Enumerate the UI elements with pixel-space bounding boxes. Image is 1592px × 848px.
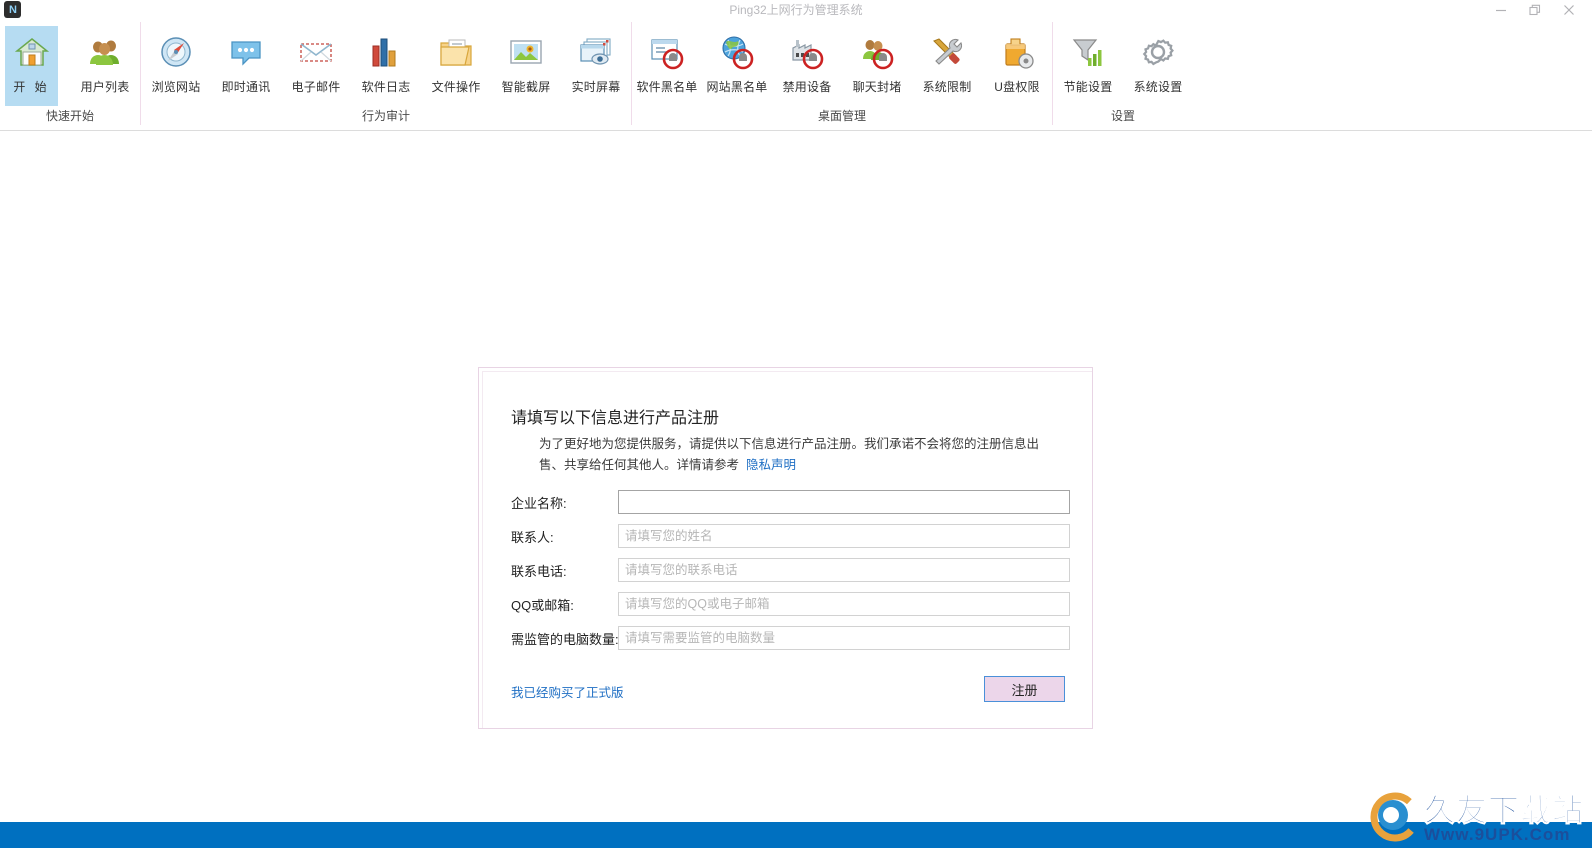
ribbon-button-label: 实时屏幕 <box>571 80 621 94</box>
ribbon-group-label: 设置 <box>1110 109 1135 123</box>
form-row: QQ或邮箱: <box>483 587 1092 621</box>
ribbon-groups: 开 始 用户列表快速开始 浏览网站 即时通讯 电子邮件 软件日志 文件操作 智能截屏 实时屏幕行… <box>0 20 1193 130</box>
form-field-label: QQ或邮箱: <box>511 597 574 613</box>
ribbon-group-label: 快速开始 <box>45 109 94 123</box>
ribbon-button-label: 聊天封堵 <box>852 80 902 94</box>
usb-lock-icon <box>999 34 1035 70</box>
workspace: 请填写以下信息进行产品注册 为了更好地为您提供服务，请提供以下信息进行产品注册。… <box>0 131 1592 822</box>
ribbon-group-1: 开 始 用户列表快速开始 <box>0 20 140 130</box>
ribbon-group-label: 行为审计 <box>361 109 410 123</box>
ribbon-button-funnel-chart[interactable]: 节能设置 <box>1053 26 1123 106</box>
form-row: 联系电话: <box>483 553 1092 587</box>
tools-icon <box>929 34 965 70</box>
dialog-inner: 请填写以下信息进行产品注册 为了更好地为您提供服务，请提供以下信息进行产品注册。… <box>482 371 1092 728</box>
screen-eye-icon <box>578 34 614 70</box>
ribbon-button-gear[interactable]: 系统设置 <box>1123 26 1193 106</box>
ribbon-button-users-block[interactable]: 聊天封堵 <box>842 26 912 106</box>
input-field-3[interactable] <box>618 558 1070 582</box>
ribbon-button-label: 软件日志 <box>361 80 411 94</box>
ribbon-button-label: 系统限制 <box>922 80 972 94</box>
compass-icon <box>158 34 194 70</box>
close-icon[interactable] <box>1552 0 1586 20</box>
bottom-status-bar <box>0 822 1592 848</box>
input-field-2[interactable] <box>618 524 1070 548</box>
ribbon-button-label: 用户列表 <box>80 80 130 94</box>
ribbon-group-label: 桌面管理 <box>817 109 866 123</box>
ribbon-button-label: 开 始 <box>13 80 50 94</box>
ribbon-button-folder-document[interactable]: 文件操作 <box>421 26 491 106</box>
privacy-statement-link[interactable]: 隐私声明 <box>746 458 796 472</box>
window-title: Ping32上网行为管理系统 <box>729 3 863 17</box>
device-block-icon <box>789 34 825 70</box>
ribbon-button-label: 电子邮件 <box>291 80 341 94</box>
ribbon-button-picture[interactable]: 智能截屏 <box>491 26 561 106</box>
input-field-4[interactable] <box>618 592 1070 616</box>
ribbon-group-items: 软件黑名单 网站黑名单 禁用设备 聊天封堵 系统限制 U盘权限 <box>632 20 1052 106</box>
ribbon-group-items: 浏览网站 即时通讯 电子邮件 软件日志 文件操作 智能截屏 实时屏幕 <box>141 20 631 106</box>
register-button[interactable]: 注册 <box>984 676 1065 702</box>
ribbon-button-label: 智能截屏 <box>501 80 551 94</box>
chat-bubble-icon <box>228 34 264 70</box>
window-block-icon <box>649 34 685 70</box>
ribbon-button-device-block[interactable]: 禁用设备 <box>772 26 842 106</box>
gear-icon <box>1140 34 1176 70</box>
ribbon-button-window-block[interactable]: 软件黑名单 <box>632 26 702 106</box>
minimize-icon[interactable] <box>1484 0 1518 20</box>
home-icon <box>14 34 50 70</box>
form-row: 需监管的电脑数量: <box>483 621 1092 655</box>
globe-block-icon <box>719 34 755 70</box>
ribbon-toolbar: 开 始 用户列表快速开始 浏览网站 即时通讯 电子邮件 软件日志 文件操作 智能截屏 实时屏幕行… <box>0 20 1592 131</box>
dialog-footer: 我已经购买了正式版 注册 <box>483 676 1092 706</box>
ribbon-button-tools[interactable]: 系统限制 <box>912 26 982 106</box>
input-field-5[interactable] <box>618 626 1070 650</box>
dialog-description: 为了更好地为您提供服务，请提供以下信息进行产品注册。我们承诺不会将您的注册信息出… <box>539 434 1047 476</box>
title-bar: N Ping32上网行为管理系统 <box>0 0 1592 20</box>
ribbon-button-label: 浏览网站 <box>151 80 201 94</box>
ribbon-button-screen-eye[interactable]: 实时屏幕 <box>561 26 631 106</box>
ribbon-button-label: U盘权限 <box>994 80 1040 94</box>
users-block-icon <box>859 34 895 70</box>
ribbon-button-home[interactable]: 开 始 <box>5 26 58 106</box>
restore-icon[interactable] <box>1518 0 1552 20</box>
form-field-label: 需监管的电脑数量: <box>511 631 619 647</box>
ribbon-button-label: 网站黑名单 <box>706 80 768 94</box>
envelope-icon <box>298 34 334 70</box>
ribbon-button-label: 软件黑名单 <box>636 80 698 94</box>
input-field-1[interactable] <box>618 490 1070 514</box>
ribbon-button-envelope[interactable]: 电子邮件 <box>281 26 351 106</box>
ribbon-group-items: 开 始 用户列表 <box>0 20 140 106</box>
form-field-label: 联系电话: <box>511 563 567 579</box>
window-controls <box>1484 0 1586 20</box>
ribbon-group-4: 节能设置 系统设置设置 <box>1053 20 1193 130</box>
ribbon-button-compass[interactable]: 浏览网站 <box>141 26 211 106</box>
ribbon-button-usb-lock[interactable]: U盘权限 <box>982 26 1052 106</box>
ribbon-button-globe-block[interactable]: 网站黑名单 <box>702 26 772 106</box>
form-field-label: 企业名称: <box>511 495 567 511</box>
dialog-title: 请填写以下信息进行产品注册 <box>511 410 720 427</box>
ribbon-button-label: 系统设置 <box>1133 80 1183 94</box>
form-row: 企业名称: <box>483 485 1092 519</box>
ribbon-button-users[interactable]: 用户列表 <box>70 26 140 106</box>
folder-document-icon <box>438 34 474 70</box>
funnel-chart-icon <box>1070 34 1106 70</box>
ribbon-button-label: 文件操作 <box>431 80 481 94</box>
ribbon-button-label: 节能设置 <box>1063 80 1113 94</box>
ribbon-group-2: 浏览网站 即时通讯 电子邮件 软件日志 文件操作 智能截屏 实时屏幕行为审计 <box>141 20 631 130</box>
users-icon <box>87 34 123 70</box>
ribbon-group-3: 软件黑名单 网站黑名单 禁用设备 聊天封堵 系统限制 U盘权限桌面管理 <box>632 20 1052 130</box>
ribbon-button-label: 即时通讯 <box>221 80 271 94</box>
registration-form: 企业名称: 联系人: 联系电话: QQ或邮箱: 需监管的电脑数量: <box>483 485 1092 655</box>
form-field-label: 联系人: <box>511 529 554 545</box>
picture-icon <box>508 34 544 70</box>
ribbon-button-label: 禁用设备 <box>782 80 832 94</box>
ribbon-group-items: 节能设置 系统设置 <box>1053 20 1193 106</box>
already-purchased-link[interactable]: 我已经购买了正式版 <box>511 682 624 701</box>
ribbon-button-chat-bubble[interactable]: 即时通讯 <box>211 26 281 106</box>
bar-chart-icon <box>368 34 404 70</box>
form-row: 联系人: <box>483 519 1092 553</box>
ribbon-button-bar-chart[interactable]: 软件日志 <box>351 26 421 106</box>
registration-dialog: 请填写以下信息进行产品注册 为了更好地为您提供服务，请提供以下信息进行产品注册。… <box>478 367 1093 729</box>
